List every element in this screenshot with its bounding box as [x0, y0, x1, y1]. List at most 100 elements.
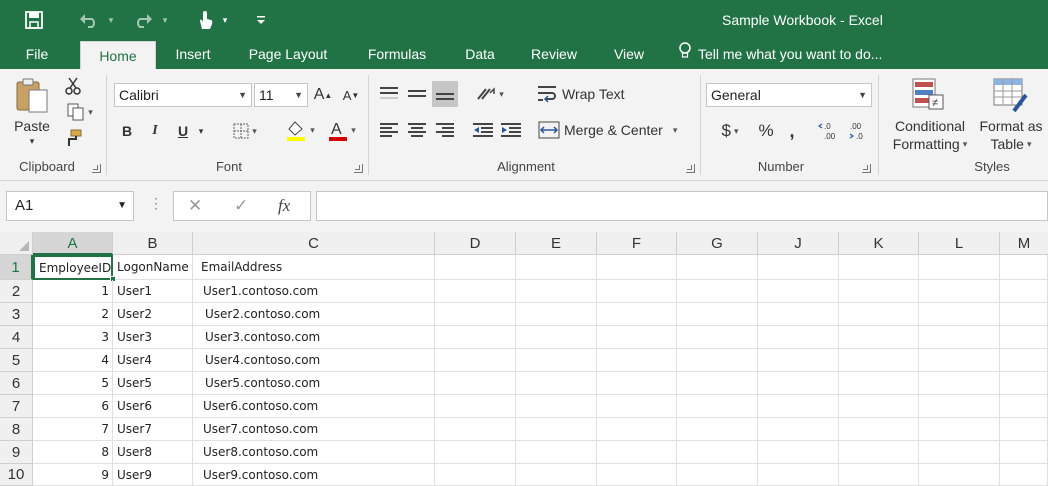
format-as-table-icon[interactable] [990, 75, 1030, 115]
cell-c7[interactable]: User6.contoso.com [193, 395, 435, 418]
cell-c1[interactable]: EmailAddress [193, 255, 435, 280]
cell-a7[interactable]: 6 [33, 395, 113, 418]
empty-cell[interactable] [677, 255, 758, 280]
empty-cell[interactable] [839, 280, 919, 303]
cell-c6[interactable]: User5.contoso.com [193, 372, 435, 395]
empty-cell[interactable] [516, 326, 597, 349]
empty-cell[interactable] [758, 372, 839, 395]
italic-button[interactable]: I [144, 119, 166, 143]
empty-cell[interactable] [516, 349, 597, 372]
empty-cell[interactable] [597, 464, 677, 486]
paste-button[interactable]: Paste [10, 117, 54, 135]
empty-cell[interactable] [597, 441, 677, 464]
tab-review[interactable]: Review [520, 40, 588, 69]
font-size-select[interactable]: 11 ▼ [254, 83, 308, 107]
empty-cell[interactable] [677, 372, 758, 395]
font-launcher-icon[interactable] [354, 164, 363, 173]
empty-cell[interactable] [435, 372, 516, 395]
empty-cell[interactable] [839, 349, 919, 372]
empty-cell[interactable] [597, 395, 677, 418]
empty-cell[interactable] [758, 280, 839, 303]
empty-cell[interactable] [677, 349, 758, 372]
redo-icon[interactable] [130, 8, 156, 32]
column-header-b[interactable]: B [113, 232, 193, 255]
tab-page-layout[interactable]: Page Layout [238, 40, 338, 69]
empty-cell[interactable] [1000, 441, 1048, 464]
empty-cell[interactable] [1000, 326, 1048, 349]
format-as-table-label-2[interactable]: Table ▾ [974, 135, 1048, 153]
row-header-10[interactable]: 10 [0, 464, 33, 486]
cell-c10[interactable]: User9.contoso.com [193, 464, 435, 486]
redo-dropdown-icon[interactable]: ▾ [158, 8, 172, 32]
column-header-g[interactable]: G [677, 232, 758, 255]
empty-cell[interactable] [758, 441, 839, 464]
format-as-table-label[interactable]: Format as [974, 117, 1048, 135]
cell-c9[interactable]: User8.contoso.com [193, 441, 435, 464]
column-header-k[interactable]: K [839, 232, 919, 255]
empty-cell[interactable] [919, 303, 1000, 326]
increase-decimal-icon[interactable]: .0.00 [816, 119, 844, 143]
empty-cell[interactable] [839, 303, 919, 326]
empty-cell[interactable] [919, 464, 1000, 486]
empty-cell[interactable] [758, 326, 839, 349]
empty-cell[interactable] [677, 395, 758, 418]
row-header-9[interactable]: 9 [0, 441, 33, 464]
borders-icon[interactable]: ▾ [224, 119, 266, 143]
empty-cell[interactable] [839, 464, 919, 486]
insert-function-icon[interactable]: fx [278, 196, 290, 216]
empty-cell[interactable] [597, 303, 677, 326]
cell-b7[interactable]: User6 [113, 395, 193, 418]
cell-a6[interactable]: 5 [33, 372, 113, 395]
empty-cell[interactable] [677, 418, 758, 441]
empty-cell[interactable] [516, 303, 597, 326]
wrap-text-button[interactable]: Wrap Text [538, 81, 648, 107]
column-header-e[interactable]: E [516, 232, 597, 255]
cell-b6[interactable]: User5 [113, 372, 193, 395]
empty-cell[interactable] [1000, 349, 1048, 372]
conditional-formatting-label[interactable]: Conditional [884, 117, 976, 135]
copy-icon[interactable]: ▾ [62, 101, 98, 123]
empty-cell[interactable] [516, 441, 597, 464]
empty-cell[interactable] [919, 349, 1000, 372]
empty-cell[interactable] [919, 395, 1000, 418]
merge-center-button[interactable]: Merge & Center ▾ [538, 117, 694, 143]
empty-cell[interactable] [758, 464, 839, 486]
row-header-4[interactable]: 4 [0, 326, 33, 349]
column-header-c[interactable]: C [193, 232, 435, 255]
empty-cell[interactable] [758, 418, 839, 441]
empty-cell[interactable] [1000, 464, 1048, 486]
touch-dropdown-icon[interactable]: ▾ [218, 8, 232, 32]
empty-cell[interactable] [597, 255, 677, 280]
empty-cell[interactable] [758, 395, 839, 418]
empty-cell[interactable] [758, 303, 839, 326]
accounting-format-button[interactable]: $ ▾ [710, 119, 750, 143]
empty-cell[interactable] [597, 349, 677, 372]
empty-cell[interactable] [597, 418, 677, 441]
empty-cell[interactable] [516, 372, 597, 395]
paste-dropdown-icon[interactable]: ▾ [24, 135, 40, 147]
comma-style-button[interactable]: , [782, 119, 802, 143]
bold-button[interactable]: B [116, 119, 138, 143]
cell-b3[interactable]: User2 [113, 303, 193, 326]
empty-cell[interactable] [516, 418, 597, 441]
conditional-formatting-icon[interactable]: ≠ [908, 75, 948, 115]
undo-dropdown-icon[interactable]: ▾ [104, 8, 118, 32]
empty-cell[interactable] [435, 395, 516, 418]
empty-cell[interactable] [677, 441, 758, 464]
empty-cell[interactable] [1000, 303, 1048, 326]
increase-indent-icon[interactable] [498, 117, 524, 143]
cell-b9[interactable]: User8 [113, 441, 193, 464]
cell-c5[interactable]: User4.contoso.com [193, 349, 435, 372]
empty-cell[interactable] [435, 280, 516, 303]
align-top-icon[interactable] [376, 81, 402, 107]
empty-cell[interactable] [919, 441, 1000, 464]
number-format-select[interactable]: General ▼ [706, 83, 872, 107]
formula-input[interactable] [316, 191, 1048, 221]
underline-button[interactable]: U [172, 119, 194, 143]
tab-view[interactable]: View [600, 40, 658, 69]
drag-handle-icon[interactable]: ⋮ [149, 195, 163, 212]
cell-b5[interactable]: User4 [113, 349, 193, 372]
column-header-j[interactable]: J [758, 232, 839, 255]
cell-a4[interactable]: 3 [33, 326, 113, 349]
paste-icon[interactable] [10, 75, 54, 115]
